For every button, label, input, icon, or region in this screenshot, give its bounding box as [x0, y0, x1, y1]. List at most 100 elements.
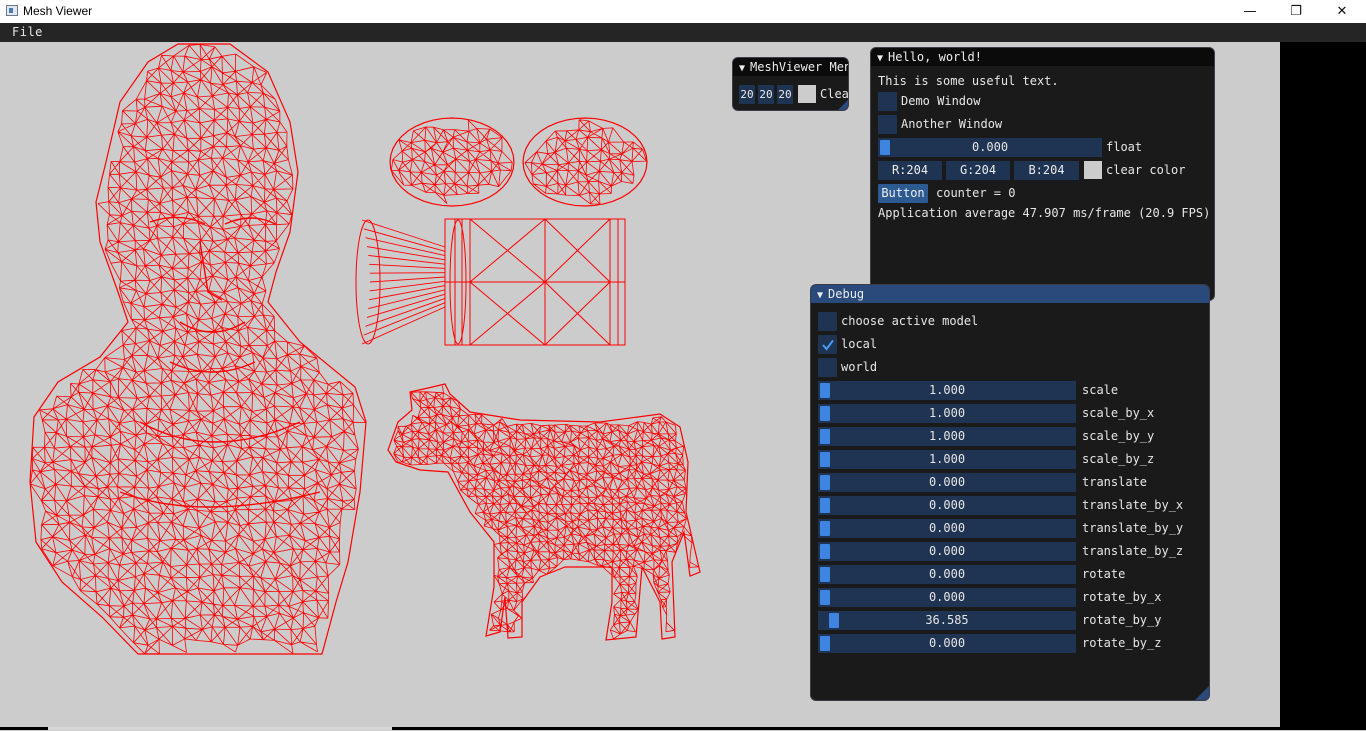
slider-label: scale_by_z: [1082, 450, 1154, 469]
counter-button[interactable]: Button: [878, 184, 928, 203]
slider-grab[interactable]: [820, 406, 830, 421]
close-button[interactable]: ✕: [1319, 0, 1365, 23]
collapse-triangle-icon[interactable]: ▼: [739, 60, 745, 76]
minimize-button[interactable]: —: [1227, 0, 1273, 23]
debug-window-title: Debug: [828, 287, 864, 301]
slider-value: 36.585: [925, 613, 968, 627]
debug-checkbox-label: world: [841, 358, 877, 377]
unrendered-area: [1280, 42, 1366, 730]
debug-slider[interactable]: 0.000: [818, 634, 1076, 653]
camera-mesh: [356, 118, 647, 345]
slider-value: 0.000: [929, 636, 965, 650]
slider-grab[interactable]: [820, 383, 830, 398]
slider-label: rotate_by_x: [1082, 588, 1161, 607]
debug-slider[interactable]: 0.000: [818, 588, 1076, 607]
clear-color-swatch[interactable]: [1084, 161, 1102, 179]
slider-label: translate: [1082, 473, 1147, 492]
debug-slider[interactable]: 1.000: [818, 427, 1076, 446]
useful-text: This is some useful text.: [878, 72, 1059, 91]
slider-value: 1.000: [929, 429, 965, 443]
menu-value-g[interactable]: 20: [758, 85, 774, 104]
meshviewer-menu-title: MeshViewer Menu: [750, 60, 848, 74]
slider-grab[interactable]: [820, 475, 830, 490]
clear-color-label: clear color: [1106, 161, 1185, 180]
slider-value: 0.000: [929, 475, 965, 489]
float-value: 0.000: [972, 140, 1008, 154]
slider-label: rotate: [1082, 565, 1125, 584]
slider-grab[interactable]: [880, 140, 890, 155]
debug-slider[interactable]: 36.585: [818, 611, 1076, 630]
menu-value-r[interactable]: 20: [739, 85, 755, 104]
slider-label: scale_by_x: [1082, 404, 1154, 423]
slider-label: scale_by_y: [1082, 427, 1154, 446]
fps-text: Application average 47.907 ms/frame (20.…: [878, 204, 1210, 223]
blue-channel-input[interactable]: B:204: [1014, 161, 1079, 180]
main-menu-bar: File: [0, 23, 1366, 42]
debug-window-header[interactable]: ▼ Debug: [811, 285, 1209, 303]
window-title: Mesh Viewer: [23, 4, 92, 18]
debug-checkbox[interactable]: [818, 358, 837, 377]
slider-grab[interactable]: [820, 567, 830, 582]
debug-slider[interactable]: 1.000: [818, 404, 1076, 423]
slider-label: translate_by_z: [1082, 542, 1183, 561]
debug-slider[interactable]: 0.000: [818, 542, 1076, 561]
another-window-label: Another Window: [901, 115, 1002, 134]
slider-value: 1.000: [929, 406, 965, 420]
demo-window-label: Demo Window: [901, 92, 980, 111]
slider-grab[interactable]: [820, 521, 830, 536]
debug-window[interactable]: ▼ Debug choose active model local world 1.00…: [810, 284, 1210, 701]
meshviewer-menu-window[interactable]: ▼MeshViewer Menu 20 20 20 Clear: [732, 57, 849, 111]
slider-value: 0.000: [929, 498, 965, 512]
meshviewer-menu-header[interactable]: ▼ MeshViewer Menu: [733, 58, 848, 76]
another-window-checkbox[interactable]: [878, 115, 897, 134]
slider-grab[interactable]: [820, 636, 830, 651]
slider-grab[interactable]: [820, 452, 830, 467]
slider-grab[interactable]: [820, 429, 830, 444]
slider-grab[interactable]: [820, 544, 830, 559]
hello-window-title: Hello, world!: [888, 50, 982, 64]
debug-checkbox[interactable]: [818, 312, 837, 331]
slider-label: scale: [1082, 381, 1118, 400]
demo-window-checkbox[interactable]: [878, 92, 897, 111]
debug-checkbox-label: choose active model: [841, 312, 978, 331]
menu-file[interactable]: File: [12, 25, 43, 39]
slider-value: 1.000: [929, 383, 965, 397]
debug-slider[interactable]: 1.000: [818, 381, 1076, 400]
bust-mesh: [30, 44, 366, 654]
float-label: float: [1106, 138, 1142, 157]
red-channel-input[interactable]: R:204: [878, 161, 942, 180]
debug-slider[interactable]: 0.000: [818, 496, 1076, 515]
debug-slider[interactable]: 0.000: [818, 519, 1076, 538]
menu-value-b[interactable]: 20: [777, 85, 793, 104]
debug-checkbox[interactable]: [818, 335, 837, 354]
debug-slider[interactable]: 1.000: [818, 450, 1076, 469]
resize-grip-icon[interactable]: [838, 100, 848, 110]
slider-value: 1.000: [929, 452, 965, 466]
green-channel-input[interactable]: G:204: [946, 161, 1010, 180]
debug-slider[interactable]: 0.000: [818, 565, 1076, 584]
slider-value: 0.000: [929, 590, 965, 604]
resize-grip-icon[interactable]: [1195, 686, 1209, 700]
slider-label: translate_by_x: [1082, 496, 1183, 515]
menu-color-swatch[interactable]: [798, 85, 816, 103]
collapse-triangle-icon[interactable]: ▼: [877, 50, 883, 66]
slider-label: translate_by_y: [1082, 519, 1183, 538]
checkmark-icon: [821, 338, 835, 352]
debug-checkbox-label: local: [841, 335, 877, 354]
hello-world-window[interactable]: ▼ Hello, world! This is some useful text.…: [870, 47, 1215, 301]
slider-grab[interactable]: [829, 613, 839, 628]
slider-value: 0.000: [929, 544, 965, 558]
collapse-triangle-icon[interactable]: ▼: [817, 287, 823, 303]
app-icon: [6, 5, 18, 16]
slider-label: rotate_by_y: [1082, 611, 1161, 630]
window-titlebar[interactable]: Mesh Viewer — ❐ ✕: [0, 0, 1366, 23]
maximize-button[interactable]: ❐: [1273, 0, 1319, 23]
slider-value: 0.000: [929, 567, 965, 581]
debug-slider[interactable]: 0.000: [818, 473, 1076, 492]
hello-window-header[interactable]: ▼ Hello, world!: [871, 48, 1214, 66]
slider-grab[interactable]: [820, 498, 830, 513]
slider-value: 0.000: [929, 521, 965, 535]
counter-text: counter = 0: [936, 184, 1015, 203]
slider-grab[interactable]: [820, 590, 830, 605]
float-slider[interactable]: 0.000: [878, 138, 1102, 157]
